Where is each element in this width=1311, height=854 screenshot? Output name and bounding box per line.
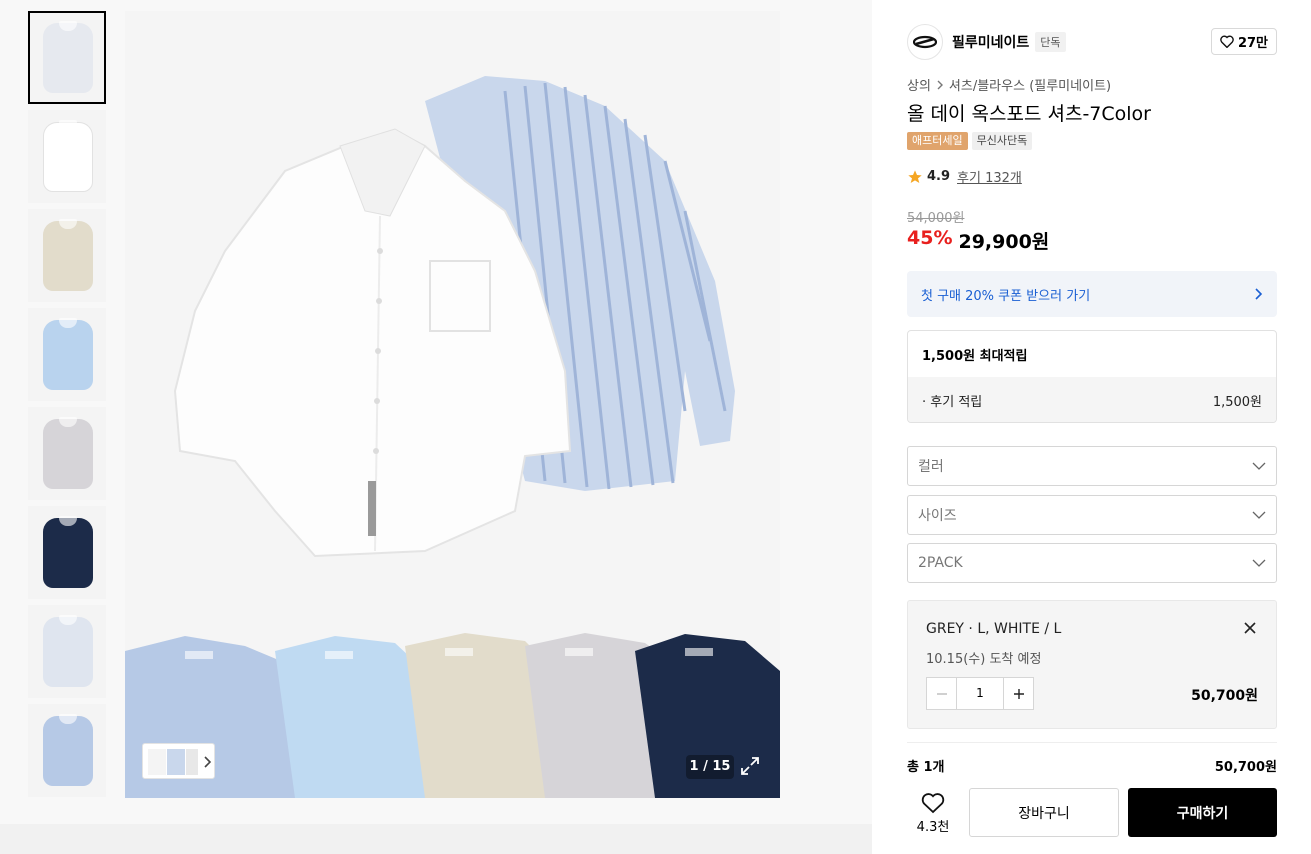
- selected-option-box: GREY · L, WHITE / L 10.15(수) 도착 예정 1 50,…: [907, 600, 1277, 729]
- thumb-blue-stripe[interactable]: [28, 704, 106, 797]
- thumb-grey[interactable]: [28, 407, 106, 500]
- quantity-increase-button[interactable]: [1003, 678, 1033, 709]
- main-product-image[interactable]: [125, 11, 780, 798]
- chevron-down-icon: [1252, 559, 1266, 567]
- shirts-illustration: [125, 76, 780, 798]
- thumb-stripe[interactable]: [28, 605, 106, 698]
- points-row-label: · 후기 적립: [922, 394, 983, 410]
- chevron-right-icon: [937, 80, 943, 89]
- heart-icon: [1220, 35, 1234, 48]
- brand-name[interactable]: 필루미네이트: [952, 32, 1029, 52]
- favorite-count: 4.3천: [916, 819, 950, 835]
- thumb-mix[interactable]: [28, 11, 106, 104]
- product-info-panel: 필루미네이트 단독 27만 상의 셔츠/블라우스 (필루미네이트) 올 데이 옥…: [889, 11, 1294, 854]
- pack-select[interactable]: 2PACK: [907, 543, 1277, 583]
- product-title: 올 데이 옥스포드 셔츠-7Color: [907, 103, 1151, 125]
- brand-like-count: 27만: [1237, 36, 1268, 51]
- brand-logo[interactable]: [907, 24, 943, 60]
- thumbnail-strip-toggle[interactable]: [142, 743, 215, 779]
- quantity-stepper: 1: [926, 677, 1034, 710]
- size-select-label: 사이즈: [918, 508, 957, 524]
- total-row: 총 1개 50,700원: [907, 756, 1277, 775]
- thumb-light-blue[interactable]: [28, 308, 106, 401]
- thumb-shirt-image: [43, 419, 93, 489]
- pack-select-label: 2PACK: [918, 555, 963, 571]
- thumb-shirt-image: [43, 23, 93, 93]
- minus-icon: [936, 692, 947, 695]
- plus-icon: [1013, 688, 1024, 699]
- divider: [907, 742, 1277, 743]
- brand-row[interactable]: 필루미네이트 단독: [907, 24, 1066, 60]
- color-select-label: 컬러: [918, 459, 944, 475]
- points-header: 1,500원 최대적립: [922, 348, 1028, 364]
- first-purchase-coupon-banner[interactable]: 첫 구매 20% 쿠폰 받으러 가기: [907, 271, 1277, 317]
- size-select[interactable]: 사이즈: [907, 495, 1277, 535]
- thumb-navy[interactable]: [28, 506, 106, 599]
- sale-price: 29,900원: [958, 231, 1050, 253]
- rating-score: 4.9: [927, 169, 951, 184]
- gallery-footer: [0, 824, 872, 854]
- chevron-right-icon: [148, 749, 212, 775]
- exclusive-badge: 무신사단독: [971, 132, 1033, 150]
- total-label: 총 1개: [907, 760, 945, 775]
- points-row: · 후기 적립 1,500원: [908, 377, 1276, 422]
- thumbnail-list: [28, 11, 108, 803]
- points-row-value: 1,500원: [1212, 394, 1262, 410]
- add-to-cart-button[interactable]: 장바구니: [969, 788, 1119, 837]
- star-icon: [908, 169, 922, 183]
- reviews-link[interactable]: 후기 132개: [957, 167, 1022, 186]
- thumb-shirt-image: [43, 122, 93, 192]
- thumb-shirt-image: [43, 221, 93, 291]
- original-price: 54,000원: [907, 211, 965, 226]
- total-value: 50,700원: [1214, 760, 1277, 775]
- heart-icon: [921, 792, 945, 813]
- breadcrumb-category[interactable]: 상의: [907, 75, 931, 94]
- thumb-shirt-image: [43, 320, 93, 390]
- product-page: 1 / 15 필루미네이트 단독 27만 상의 셔츠/블라우스 (필루미네이트)…: [0, 0, 1311, 854]
- coupon-text: 첫 구매 20% 쿠폰 받으러 가기: [921, 288, 1091, 304]
- buy-now-button[interactable]: 구매하기: [1128, 788, 1277, 837]
- rating-row: 4.9 후기 132개: [907, 167, 1022, 186]
- chevron-down-icon: [1252, 462, 1266, 470]
- chevron-down-icon: [1252, 511, 1266, 519]
- selected-option-name: GREY · L, WHITE / L: [926, 621, 1062, 637]
- close-icon[interactable]: [1240, 618, 1260, 638]
- breadcrumb-subcategory[interactable]: 셔츠/블라우스 (필루미네이트): [949, 75, 1111, 94]
- thumb-white[interactable]: [28, 110, 106, 203]
- option-price: 50,700원: [1191, 688, 1258, 704]
- thumb-shirt-image: [43, 617, 93, 687]
- price-row: 45% 29,900원: [907, 227, 1049, 254]
- expand-icon[interactable]: [738, 754, 762, 778]
- breadcrumb: 상의 셔츠/블라우스 (필루미네이트): [907, 75, 1111, 94]
- brand-like-button[interactable]: 27만: [1210, 28, 1277, 55]
- discount-rate: 45%: [907, 227, 953, 249]
- quantity-decrease-button[interactable]: [927, 678, 957, 709]
- points-box: 1,500원 최대적립 · 후기 적립 1,500원: [907, 330, 1277, 423]
- thumb-shirt-image: [43, 518, 93, 588]
- sale-badge: 애프터세일: [907, 132, 968, 150]
- arrival-date: 10.15(수) 도착 예정: [926, 652, 1042, 667]
- thumb-shirt-image: [43, 716, 93, 786]
- badge-row: 애프터세일 무신사단독: [907, 132, 1033, 150]
- thumb-beige[interactable]: [28, 209, 106, 302]
- color-select[interactable]: 컬러: [907, 446, 1277, 486]
- chevron-right-icon: [1255, 288, 1263, 300]
- bottom-shirts: [125, 633, 780, 798]
- image-counter: 1 / 15: [686, 755, 734, 779]
- brand-exclusive-tag: 단독: [1035, 32, 1066, 52]
- favorite-button[interactable]: 4.3천: [907, 788, 959, 838]
- quantity-value[interactable]: 1: [957, 678, 1003, 709]
